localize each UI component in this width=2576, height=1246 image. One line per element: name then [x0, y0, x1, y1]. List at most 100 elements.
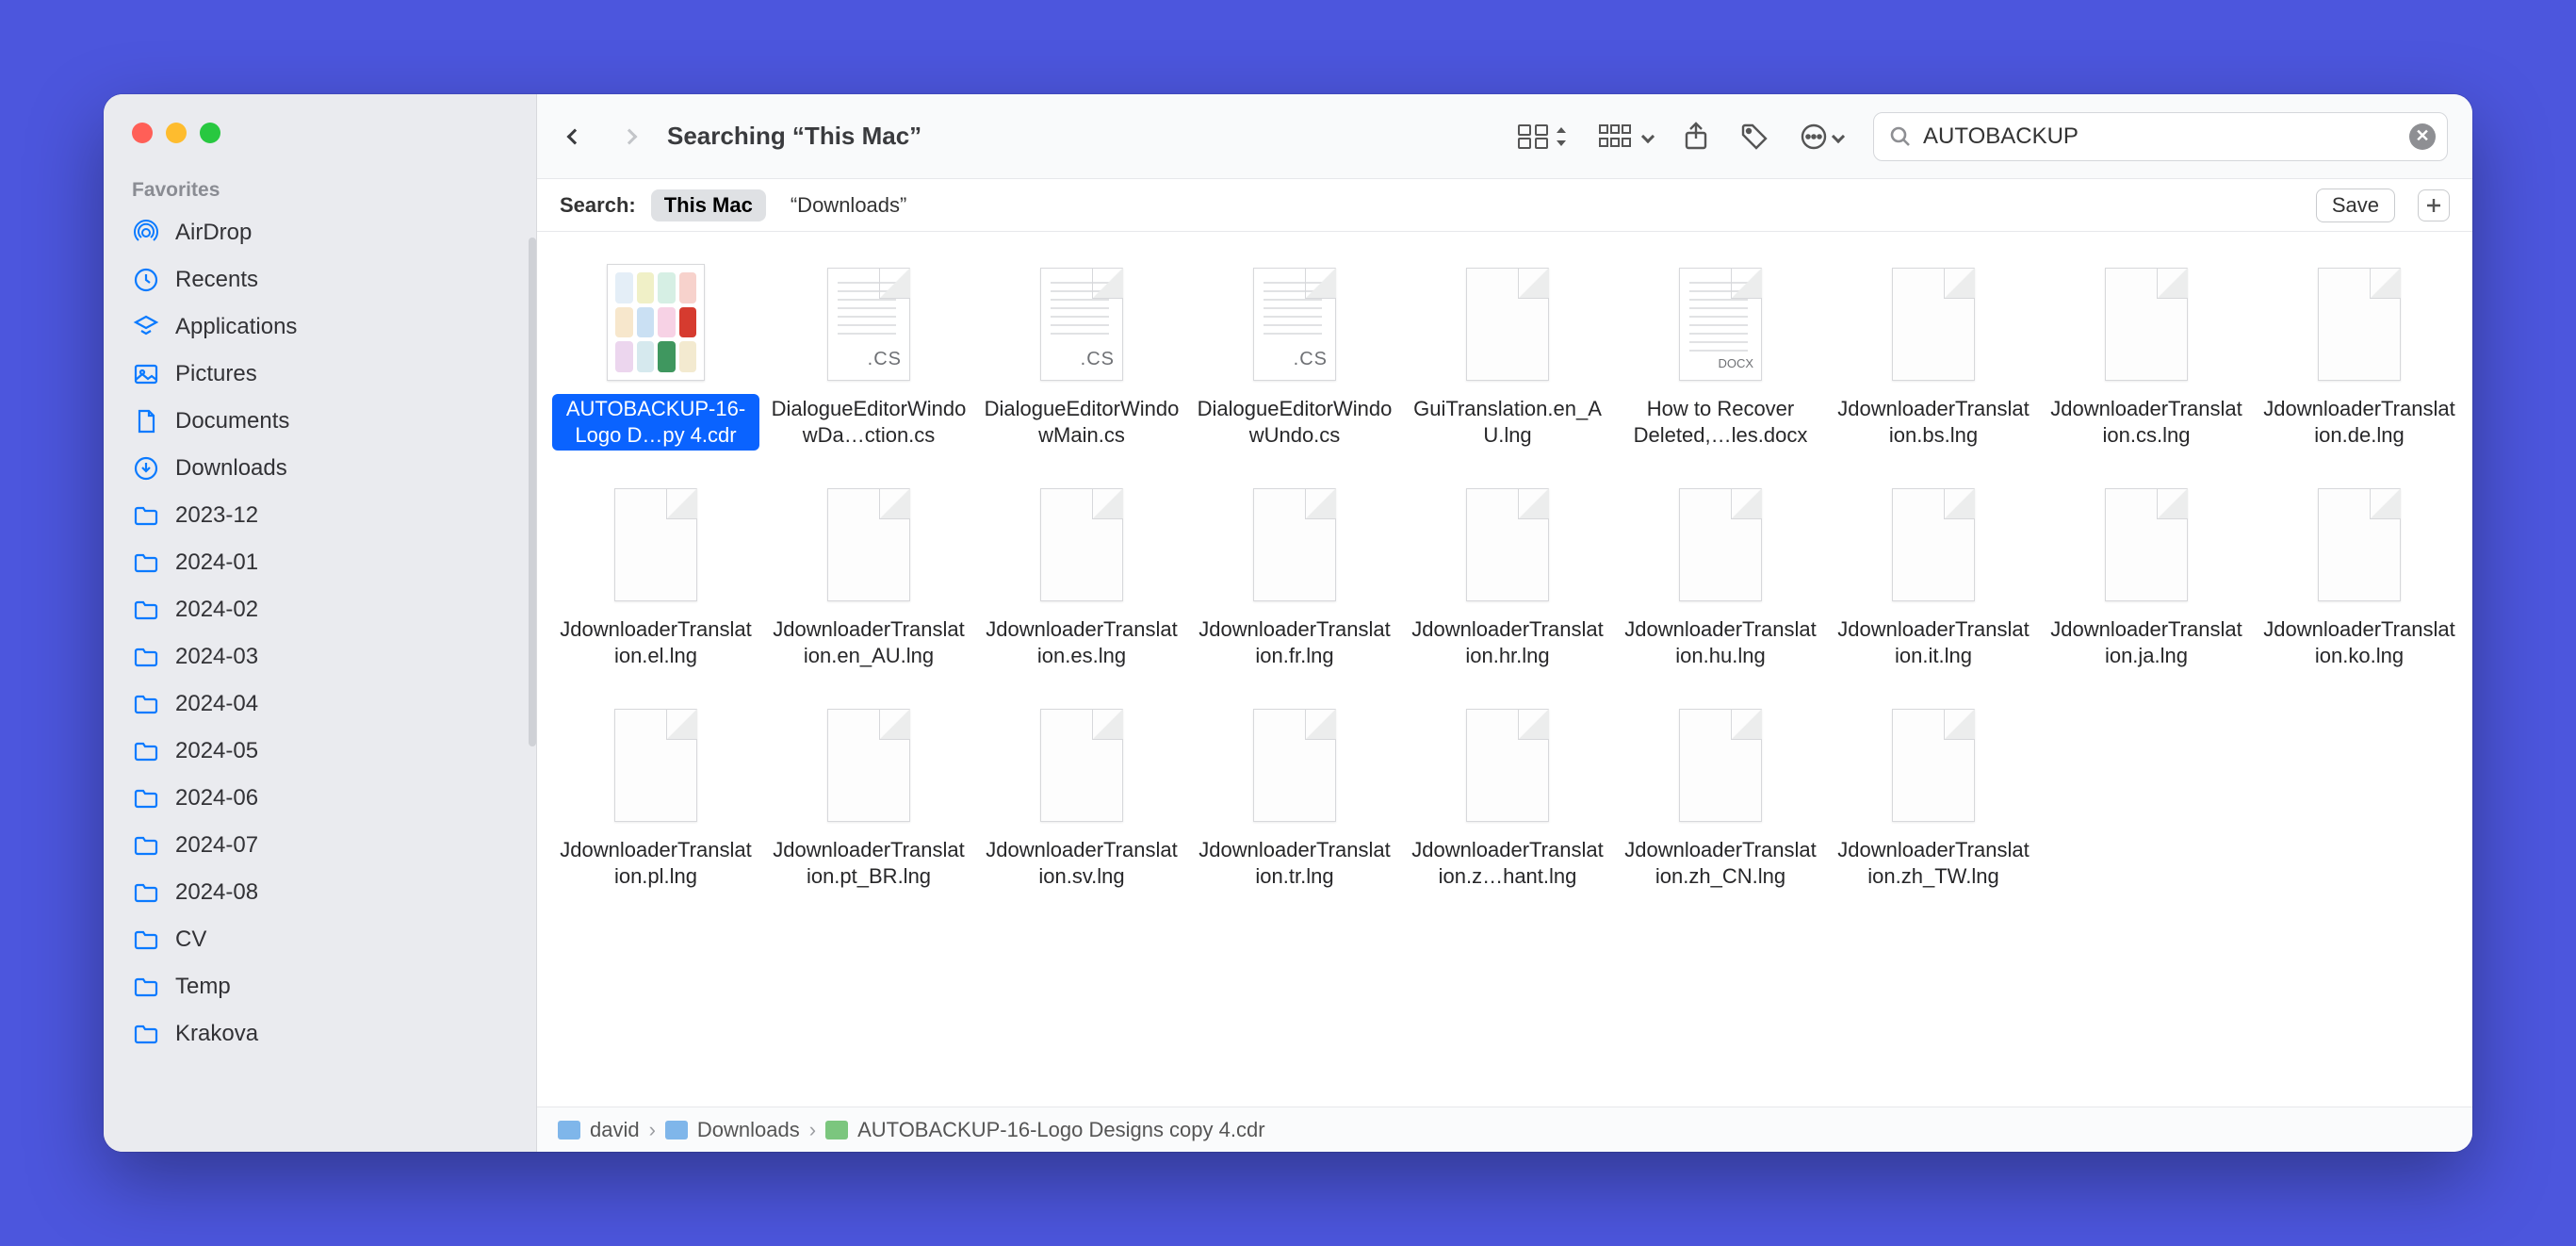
window-minimize-button[interactable]	[166, 123, 187, 143]
sidebar-item-label: 2024-02	[175, 597, 258, 623]
sidebar-item-2024-03[interactable]: 2024-03	[104, 633, 536, 680]
path-segment[interactable]: Downloads	[665, 1118, 800, 1142]
sidebar-item-label: AirDrop	[175, 220, 252, 246]
window-zoom-button[interactable]	[200, 123, 220, 143]
file-item[interactable]: JdownloaderTranslation.hu.lng	[1615, 479, 1826, 671]
file-generic-icon	[2105, 488, 2188, 601]
nav-back-button[interactable]	[552, 114, 597, 159]
sidebar-item-2024-06[interactable]: 2024-06	[104, 775, 536, 822]
sidebar-item-airdrop[interactable]: AirDrop	[104, 209, 536, 256]
file-item[interactable]: JdownloaderTranslation.tr.lng	[1189, 699, 1400, 892]
chevron-right-icon: ›	[649, 1118, 656, 1142]
folder-icon	[132, 831, 160, 860]
path-segment[interactable]: AUTOBACKUP-16-Logo Designs copy 4.cdr	[825, 1118, 1264, 1142]
document-icon	[132, 407, 160, 435]
file-generic-icon	[1679, 709, 1762, 822]
file-item[interactable]: JdownloaderTranslation.pt_BR.lng	[763, 699, 974, 892]
sidebar-scrollbar[interactable]	[529, 238, 536, 746]
sidebar-item-2024-05[interactable]: 2024-05	[104, 728, 536, 775]
file-item[interactable]: AUTOBACKUP-16-Logo D…py 4.cdr	[550, 258, 761, 451]
file-name-label: JdownloaderTranslation.de.lng	[2256, 394, 2463, 451]
sidebar-item-temp[interactable]: Temp	[104, 963, 536, 1010]
sidebar-item-recents[interactable]: Recents	[104, 256, 536, 303]
nav-forward-button[interactable]	[607, 114, 652, 159]
search-field[interactable]: ✕	[1873, 112, 2448, 161]
file-item[interactable]: JdownloaderTranslation.en_AU.lng	[763, 479, 974, 671]
file-item[interactable]: JdownloaderTranslation.z…hant.lng	[1402, 699, 1613, 892]
path-segment[interactable]: david	[558, 1118, 640, 1142]
file-generic-icon	[827, 709, 910, 822]
sidebar-item-applications[interactable]: Applications	[104, 303, 536, 351]
tags-button[interactable]	[1739, 122, 1769, 152]
more-actions-button[interactable]	[1800, 123, 1843, 151]
file-generic-icon	[2318, 268, 2401, 381]
file-item[interactable]: DOCX How to Recover Deleted,…les.docx	[1615, 258, 1826, 451]
file-document-icon: .CS	[827, 268, 910, 381]
sidebar-item-label: 2024-06	[175, 785, 258, 812]
folder-icon	[132, 501, 160, 530]
search-clear-button[interactable]: ✕	[2409, 123, 2436, 150]
sidebar-item-2024-07[interactable]: 2024-07	[104, 822, 536, 869]
folder-icon	[132, 926, 160, 954]
file-item[interactable]: JdownloaderTranslation.pl.lng	[550, 699, 761, 892]
sidebar-item-documents[interactable]: Documents	[104, 398, 536, 445]
file-name-label: GuiTranslation.en_AU.lng	[1404, 394, 1611, 451]
file-item[interactable]: JdownloaderTranslation.el.lng	[550, 479, 761, 671]
search-input[interactable]	[1923, 123, 2398, 150]
save-search-button[interactable]: Save	[2316, 189, 2395, 222]
group-button[interactable]	[1598, 123, 1653, 150]
file-name-label: JdownloaderTranslation.ko.lng	[2256, 615, 2463, 671]
folder-icon	[132, 878, 160, 907]
pictures-icon	[132, 360, 160, 388]
sidebar-item-2024-04[interactable]: 2024-04	[104, 680, 536, 728]
file-item[interactable]: JdownloaderTranslation.es.lng	[976, 479, 1187, 671]
file-name-label: JdownloaderTranslation.it.lng	[1830, 615, 2037, 671]
scope-downloads[interactable]: “Downloads”	[781, 190, 917, 221]
sidebar-item-label: 2024-08	[175, 879, 258, 906]
sidebar-item-krakova[interactable]: Krakova	[104, 1010, 536, 1057]
sidebar-item-2024-02[interactable]: 2024-02	[104, 586, 536, 633]
file-item[interactable]: JdownloaderTranslation.de.lng	[2254, 258, 2465, 451]
sidebar-item-downloads[interactable]: Downloads	[104, 445, 536, 492]
file-item[interactable]: JdownloaderTranslation.cs.lng	[2041, 258, 2252, 451]
chevron-right-icon	[622, 128, 638, 144]
file-item[interactable]: JdownloaderTranslation.zh_CN.lng	[1615, 699, 1826, 892]
folder-icon	[132, 1020, 160, 1048]
file-item[interactable]: .CS DialogueEditorWindowMain.cs	[976, 258, 1187, 451]
sidebar-item-label: 2023-12	[175, 502, 258, 529]
file-item[interactable]: JdownloaderTranslation.zh_TW.lng	[1828, 699, 2039, 892]
file-item[interactable]: JdownloaderTranslation.ja.lng	[2041, 479, 2252, 671]
file-name-label: JdownloaderTranslation.cs.lng	[2043, 394, 2250, 451]
sidebar-item-2023-12[interactable]: 2023-12	[104, 492, 536, 539]
results-area[interactable]: AUTOBACKUP-16-Logo D…py 4.cdr.CS Dialogu…	[537, 232, 2472, 1107]
window-title: Searching “This Mac”	[661, 122, 921, 151]
search-icon	[1889, 125, 1912, 148]
window-close-button[interactable]	[132, 123, 153, 143]
chevron-right-icon: ›	[809, 1118, 816, 1142]
file-item[interactable]: JdownloaderTranslation.sv.lng	[976, 699, 1187, 892]
file-name-label: JdownloaderTranslation.es.lng	[978, 615, 1185, 671]
sidebar-item-2024-08[interactable]: 2024-08	[104, 869, 536, 916]
sidebar-item-2024-01[interactable]: 2024-01	[104, 539, 536, 586]
file-generic-icon	[1253, 488, 1336, 601]
view-mode-button[interactable]	[1517, 123, 1568, 150]
scope-this-mac[interactable]: This Mac	[651, 189, 766, 221]
file-generic-icon	[2105, 268, 2188, 381]
file-item[interactable]: .CS DialogueEditorWindowUndo.cs	[1189, 258, 1400, 451]
file-generic-icon	[1892, 709, 1975, 822]
sidebar-item-label: Applications	[175, 314, 297, 340]
sidebar-item-cv[interactable]: CV	[104, 916, 536, 963]
file-item[interactable]: .CS DialogueEditorWindowDa…ction.cs	[763, 258, 974, 451]
file-item[interactable]: JdownloaderTranslation.bs.lng	[1828, 258, 2039, 451]
file-generic-icon	[1679, 488, 1762, 601]
file-name-label: JdownloaderTranslation.z…hant.lng	[1404, 835, 1611, 892]
file-name-label: How to Recover Deleted,…les.docx	[1617, 394, 1824, 451]
file-item[interactable]: JdownloaderTranslation.it.lng	[1828, 479, 2039, 671]
add-criteria-button[interactable]	[2418, 189, 2450, 221]
file-item[interactable]: JdownloaderTranslation.fr.lng	[1189, 479, 1400, 671]
file-item[interactable]: JdownloaderTranslation.hr.lng	[1402, 479, 1613, 671]
file-item[interactable]: GuiTranslation.en_AU.lng	[1402, 258, 1613, 451]
sidebar-item-pictures[interactable]: Pictures	[104, 351, 536, 398]
share-button[interactable]	[1683, 122, 1709, 152]
file-item[interactable]: JdownloaderTranslation.ko.lng	[2254, 479, 2465, 671]
